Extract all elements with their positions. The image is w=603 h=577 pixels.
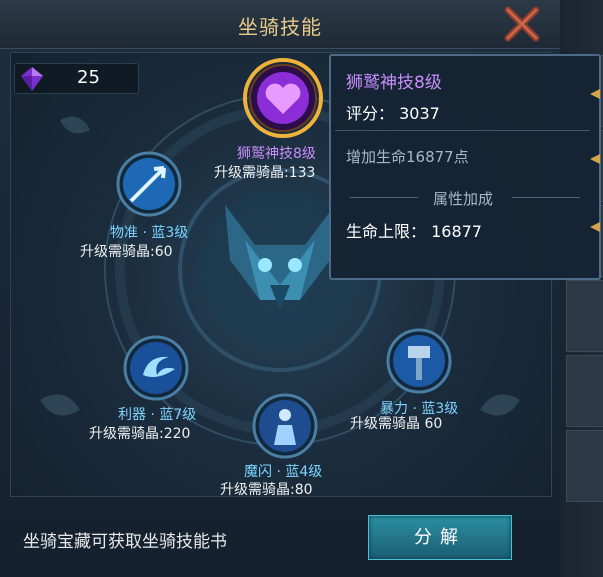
tooltip-attr-title: 属性加成 (432, 190, 493, 208)
arrow-icon[interactable] (116, 151, 182, 217)
skill-cost: 升级需骑晶:133 (214, 165, 316, 181)
crystal-counter: 25 (14, 63, 139, 94)
skill-name: 狮鹫神技8级 (237, 146, 316, 162)
skill-cost: 升级需骑晶:60 (80, 244, 173, 260)
purple-gem-icon (21, 67, 43, 91)
swirl-blade-icon[interactable] (123, 335, 189, 401)
chevron-right-icon (590, 89, 600, 99)
glowing-figure-icon[interactable] (252, 393, 318, 459)
skill-name: 利器 · 蓝7级 (118, 407, 197, 423)
skill-name: 魔闪 · 蓝4级 (244, 464, 323, 480)
chevron-right-icon (590, 222, 600, 232)
skill-cost: 升级需骑晶:80 (220, 482, 313, 498)
chevron-right-icon (590, 154, 600, 164)
hammer-icon[interactable] (386, 328, 452, 394)
tooltip-attr: 生命上限： 16877 (346, 222, 482, 241)
skill-cost: 升级需骑晶:220 (89, 426, 191, 442)
skill-name: 物准 · 蓝3级 (110, 225, 189, 241)
tooltip-title: 狮鹫神技8级 (346, 73, 442, 93)
decompose-button[interactable]: 分解 (368, 515, 512, 560)
tooltip-desc: 增加生命16877点 (346, 148, 469, 166)
purple-heart-icon[interactable] (243, 58, 323, 138)
tooltip-divider (335, 130, 590, 131)
skill-cost: 升级需骑晶 60 (350, 416, 443, 432)
crystal-count: 25 (77, 67, 100, 88)
hint-text: 坐骑宝藏可获取坐骑技能书 (23, 532, 227, 552)
tooltip-score: 评分： 3037 (346, 104, 440, 123)
